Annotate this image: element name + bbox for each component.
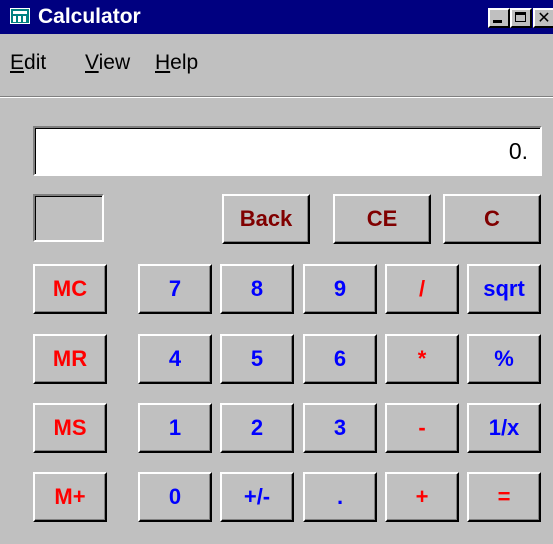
memory-clear-button[interactable]: MC (33, 264, 107, 314)
digit-7-button[interactable]: 7 (138, 264, 212, 314)
digit-6-button[interactable]: 6 (303, 334, 377, 384)
digit-1-button[interactable]: 1 (138, 403, 212, 453)
digit-8-button[interactable]: 8 (220, 264, 294, 314)
menu-help[interactable]: Help (155, 51, 198, 75)
digit-2-button[interactable]: 2 (220, 403, 294, 453)
digit-4-button[interactable]: 4 (138, 334, 212, 384)
multiply-button[interactable]: * (385, 334, 459, 384)
clear-button[interactable]: C (443, 194, 541, 244)
menu-separator (0, 96, 553, 98)
display-value: 0. (508, 138, 528, 164)
maximize-icon (515, 12, 526, 22)
sign-toggle-button[interactable]: +/- (220, 472, 294, 522)
divide-button[interactable]: / (385, 264, 459, 314)
close-icon: ✕ (537, 8, 551, 27)
minimize-icon (493, 20, 502, 23)
maximize-button[interactable] (510, 8, 532, 28)
title-bar[interactable]: Calculator ✕ (0, 0, 553, 34)
clear-entry-button[interactable]: CE (333, 194, 431, 244)
menu-edit[interactable]: Edit (10, 51, 46, 75)
memory-indicator (33, 194, 104, 242)
reciprocal-button[interactable]: 1/x (467, 403, 541, 453)
backspace-button[interactable]: Back (222, 194, 310, 244)
memory-store-button[interactable]: MS (33, 403, 107, 453)
result-display: 0. (33, 126, 542, 176)
menu-view[interactable]: View (85, 51, 130, 75)
decimal-point-button[interactable]: . (303, 472, 377, 522)
square-root-button[interactable]: sqrt (467, 264, 541, 314)
add-button[interactable]: + (385, 472, 459, 522)
memory-add-button[interactable]: M+ (33, 472, 107, 522)
subtract-button[interactable]: - (385, 403, 459, 453)
close-button[interactable]: ✕ (533, 8, 553, 28)
minimize-button[interactable] (488, 8, 510, 28)
memory-recall-button[interactable]: MR (33, 334, 107, 384)
digit-3-button[interactable]: 3 (303, 403, 377, 453)
digit-5-button[interactable]: 5 (220, 334, 294, 384)
window-title: Calculator (38, 5, 141, 28)
digit-0-button[interactable]: 0 (138, 472, 212, 522)
equals-button[interactable]: = (467, 472, 541, 522)
digit-9-button[interactable]: 9 (303, 264, 377, 314)
percent-button[interactable]: % (467, 334, 541, 384)
calculator-app-icon[interactable] (10, 8, 30, 24)
